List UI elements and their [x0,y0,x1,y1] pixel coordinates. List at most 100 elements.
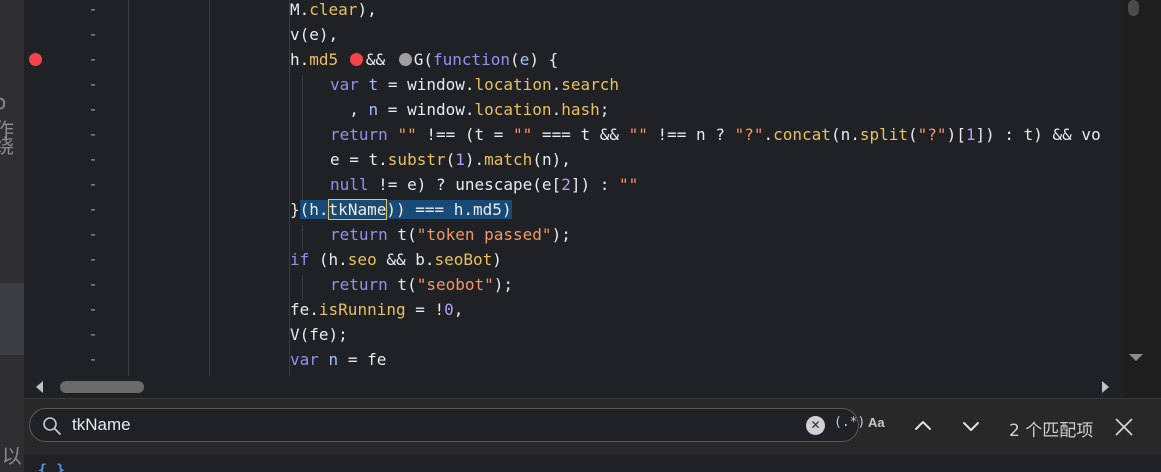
code-token: isRunning [318,300,406,319]
code-token: n [368,100,379,119]
code-token: V(fe); [290,325,348,344]
code-token: 0 [444,300,454,319]
code-token: null [330,175,369,194]
chevron-up-icon[interactable] [910,413,936,439]
line-number[interactable]: - [86,300,100,319]
code-line[interactable]: - e = t.substr(1).match(n), [24,147,1124,172]
code-token: G( [413,50,433,69]
line-number[interactable]: - [86,325,100,344]
braces-icon: { } [38,461,66,472]
vertical-scrollbar[interactable] [1124,0,1161,376]
code-token: location [474,100,552,119]
code-text: M.clear), [290,0,377,19]
code-line[interactable]: - return t("seobot"); [24,272,1124,297]
code-line[interactable]: - return t("token passed"); [24,222,1124,247]
line-number[interactable]: - [86,175,100,194]
code-token: return [330,225,388,244]
code-token: e [519,50,530,69]
line-number[interactable]: - [86,200,100,219]
code-text: null != e) ? unescape(e[2]) : "" [330,175,638,194]
code-token: v(e), [290,25,339,44]
code-token: ( [510,50,520,69]
search-box[interactable]: ✕ (.*) Aa [29,408,885,442]
code-text: e = t.substr(1).match(n), [330,150,571,169]
code-line[interactable]: - var n = fe [24,347,1124,372]
line-number[interactable]: - [86,75,100,94]
code-token: = window. [378,100,475,119]
line-number[interactable]: - [86,275,100,294]
chevron-down-icon[interactable] [958,413,984,439]
code-token: ) { [529,50,559,69]
horizontal-scroll-thumb[interactable] [60,381,144,393]
search-input[interactable] [72,413,772,437]
line-number[interactable]: - [86,250,100,269]
code-line[interactable]: - null != e) ? unescape(e[2]) : "" [24,172,1124,197]
code-line[interactable]: - h.md5 && G(function(e) { [24,47,1124,72]
code-token: "" [628,125,648,144]
regex-icon[interactable]: (.*) [834,415,865,430]
code-text: h.md5 && G(function(e) { [290,50,558,69]
code-token: return [330,275,388,294]
code-token: ( [445,150,456,169]
code-token: != e) ? unescape(e[ [368,175,562,194]
inline-breakpoint-icon[interactable] [398,53,412,66]
code-line[interactable]: - v(e), [24,22,1124,47]
code-text: if (h.seo && b.seoBot) [290,250,502,269]
page-glyph: [以 [0,444,22,468]
code-token: "" [619,175,639,194]
code-token: fe. [290,300,319,319]
code-token: seoBot [434,250,493,269]
close-icon[interactable] [1113,416,1135,438]
line-number[interactable]: - [86,350,100,369]
code-token: t [368,75,379,94]
code-token: "" [397,125,417,144]
code-line[interactable]: - var t = window.location.search [24,72,1124,97]
code-token: 1 [455,150,465,169]
line-number[interactable]: - [86,0,100,19]
code-line[interactable]: - if (h.seo && b.seoBot) [24,247,1124,272]
line-number[interactable]: - [86,150,100,169]
code-line[interactable]: -}(h.tkName)) === h.md5) [24,197,1124,222]
code-token: h. [290,50,310,69]
code-text: v(e), [290,25,338,44]
clear-icon[interactable]: ✕ [806,416,825,435]
code-token: !== (t = [416,125,514,144]
code-token: ( [908,125,918,144]
code-token: )[ [946,125,966,144]
code-line[interactable]: - M.clear), [24,0,1124,22]
code-token: function [432,50,511,69]
code-line[interactable]: - return "" !== (t = "" === t && "" !== n… [24,122,1124,147]
code-token: t( [387,225,417,244]
code-token: ) [492,250,502,269]
code-editor[interactable]: - M.clear), - v(e), - h.md5 && G(function(e) … [24,0,1124,376]
scroll-left-icon[interactable] [36,381,43,393]
line-number[interactable]: - [86,25,100,44]
code-token: (h. [309,250,348,269]
code-line[interactable]: - , n = window.location.hash; [24,97,1124,122]
code-token: (h. [299,200,329,219]
line-number[interactable]: - [86,100,100,119]
code-token: "?" [734,125,764,144]
code-token: "seobot" [416,275,494,294]
scroll-right-icon[interactable] [1102,381,1109,393]
scroll-down-icon[interactable] [1129,354,1143,361]
code-token: 2 [561,175,571,194]
inline-breakpoint-icon[interactable] [349,53,363,66]
code-text: var t = window.location.search [330,75,619,94]
breakpoint-icon[interactable] [29,53,42,66]
line-number[interactable]: - [86,225,100,244]
code-token: && b. [376,250,435,269]
code-line[interactable]: - V(fe); [24,322,1124,347]
code-token: (n. [830,125,860,144]
code-token: . [551,100,562,119]
vertical-scroll-thumb[interactable] [1128,0,1139,16]
match-case-icon[interactable]: Aa [868,415,885,430]
code-text: , n = window.location.hash; [330,100,609,119]
horizontal-scrollbar[interactable] [24,376,1124,398]
code-token: === t && [532,125,629,144]
line-number[interactable]: - [86,125,100,144]
line-number[interactable]: - [86,50,100,69]
code-line[interactable]: - fe.isRunning = !0, [24,297,1124,322]
